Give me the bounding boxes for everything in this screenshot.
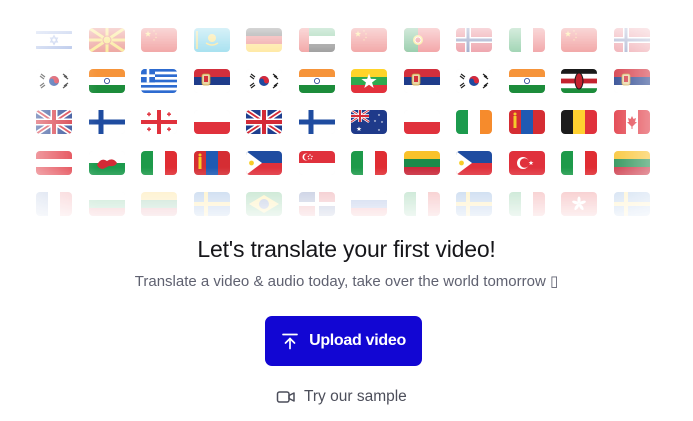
brazil-flag-icon	[246, 192, 282, 216]
try-sample-link[interactable]: Try our sample	[276, 386, 407, 408]
united-kingdom-flag-icon	[36, 110, 72, 134]
serbia-flag-icon	[613, 69, 650, 93]
australia-flag-icon	[351, 110, 387, 134]
kenya-flag-icon	[561, 69, 597, 93]
portugal-flag-icon	[403, 28, 440, 52]
hong-kong-flag-icon	[561, 192, 597, 216]
norway-flag-icon	[613, 28, 650, 52]
video-camera-icon	[276, 389, 296, 405]
finland-flag-icon	[88, 110, 125, 134]
italy-flag-icon	[403, 192, 440, 216]
china-flag-icon	[561, 28, 597, 52]
norway-flag-icon	[456, 28, 492, 52]
russia-flag-icon	[351, 192, 387, 216]
south-korea-flag-icon	[36, 69, 72, 93]
singapore-flag-icon	[298, 151, 335, 175]
mongolia-flag-icon	[508, 110, 545, 134]
italy-flag-icon	[141, 151, 177, 175]
mongolia-flag-icon	[193, 151, 230, 175]
turkey-flag-icon	[508, 151, 545, 175]
lithuania-flag-icon	[403, 151, 440, 175]
germany-flag-icon	[246, 28, 282, 52]
lithuania-flag-icon	[613, 151, 650, 175]
israel-flag-icon	[36, 28, 72, 52]
try-sample-label: Try our sample	[304, 388, 407, 405]
kazakhstan-flag-icon	[193, 28, 230, 52]
bulgaria-flag-icon	[88, 192, 125, 216]
page-title: Let's translate your first video!	[197, 236, 496, 262]
lithuania-flag-icon	[141, 192, 177, 216]
italy-flag-icon	[351, 151, 387, 175]
italy-flag-icon	[508, 28, 545, 52]
page-subtitle: Translate a video & audio today, take ov…	[134, 273, 559, 290]
south-korea-flag-icon	[456, 69, 492, 93]
poland-flag-icon	[403, 110, 440, 134]
south-korea-flag-icon	[246, 69, 282, 93]
uae-flag-icon	[298, 28, 335, 52]
sweden-flag-icon	[613, 192, 650, 216]
china-flag-icon	[141, 28, 177, 52]
upload-video-button[interactable]: Upload video	[265, 316, 422, 366]
georgia-flag-icon	[141, 110, 177, 134]
dominican-republic-flag-icon	[298, 192, 335, 216]
united-kingdom-flag-icon	[246, 110, 282, 134]
flag-grid	[0, 20, 693, 225]
philippines-flag-icon	[456, 151, 492, 175]
north-macedonia-flag-icon	[88, 28, 125, 52]
canada-flag-icon	[613, 110, 650, 134]
upload-icon	[281, 332, 299, 350]
india-flag-icon	[508, 69, 545, 93]
sweden-flag-icon	[193, 192, 230, 216]
philippines-flag-icon	[246, 151, 282, 175]
myanmar-flag-icon	[351, 69, 387, 93]
italy-flag-icon	[561, 151, 597, 175]
upload-video-label: Upload video	[309, 332, 406, 349]
france-flag-icon	[36, 192, 72, 216]
serbia-flag-icon	[403, 69, 440, 93]
greece-flag-icon	[141, 69, 177, 93]
sweden-flag-icon	[456, 192, 492, 216]
wales-flag-icon	[88, 151, 125, 175]
india-flag-icon	[298, 69, 335, 93]
finland-flag-icon	[298, 110, 335, 134]
poland-flag-icon	[193, 110, 230, 134]
austria-flag-icon	[36, 151, 72, 175]
china-flag-icon	[351, 28, 387, 52]
serbia-flag-icon	[193, 69, 230, 93]
india-flag-icon	[88, 69, 125, 93]
ireland-flag-icon	[456, 110, 492, 134]
italy-flag-icon	[508, 192, 545, 216]
belgium-flag-icon	[561, 110, 597, 134]
